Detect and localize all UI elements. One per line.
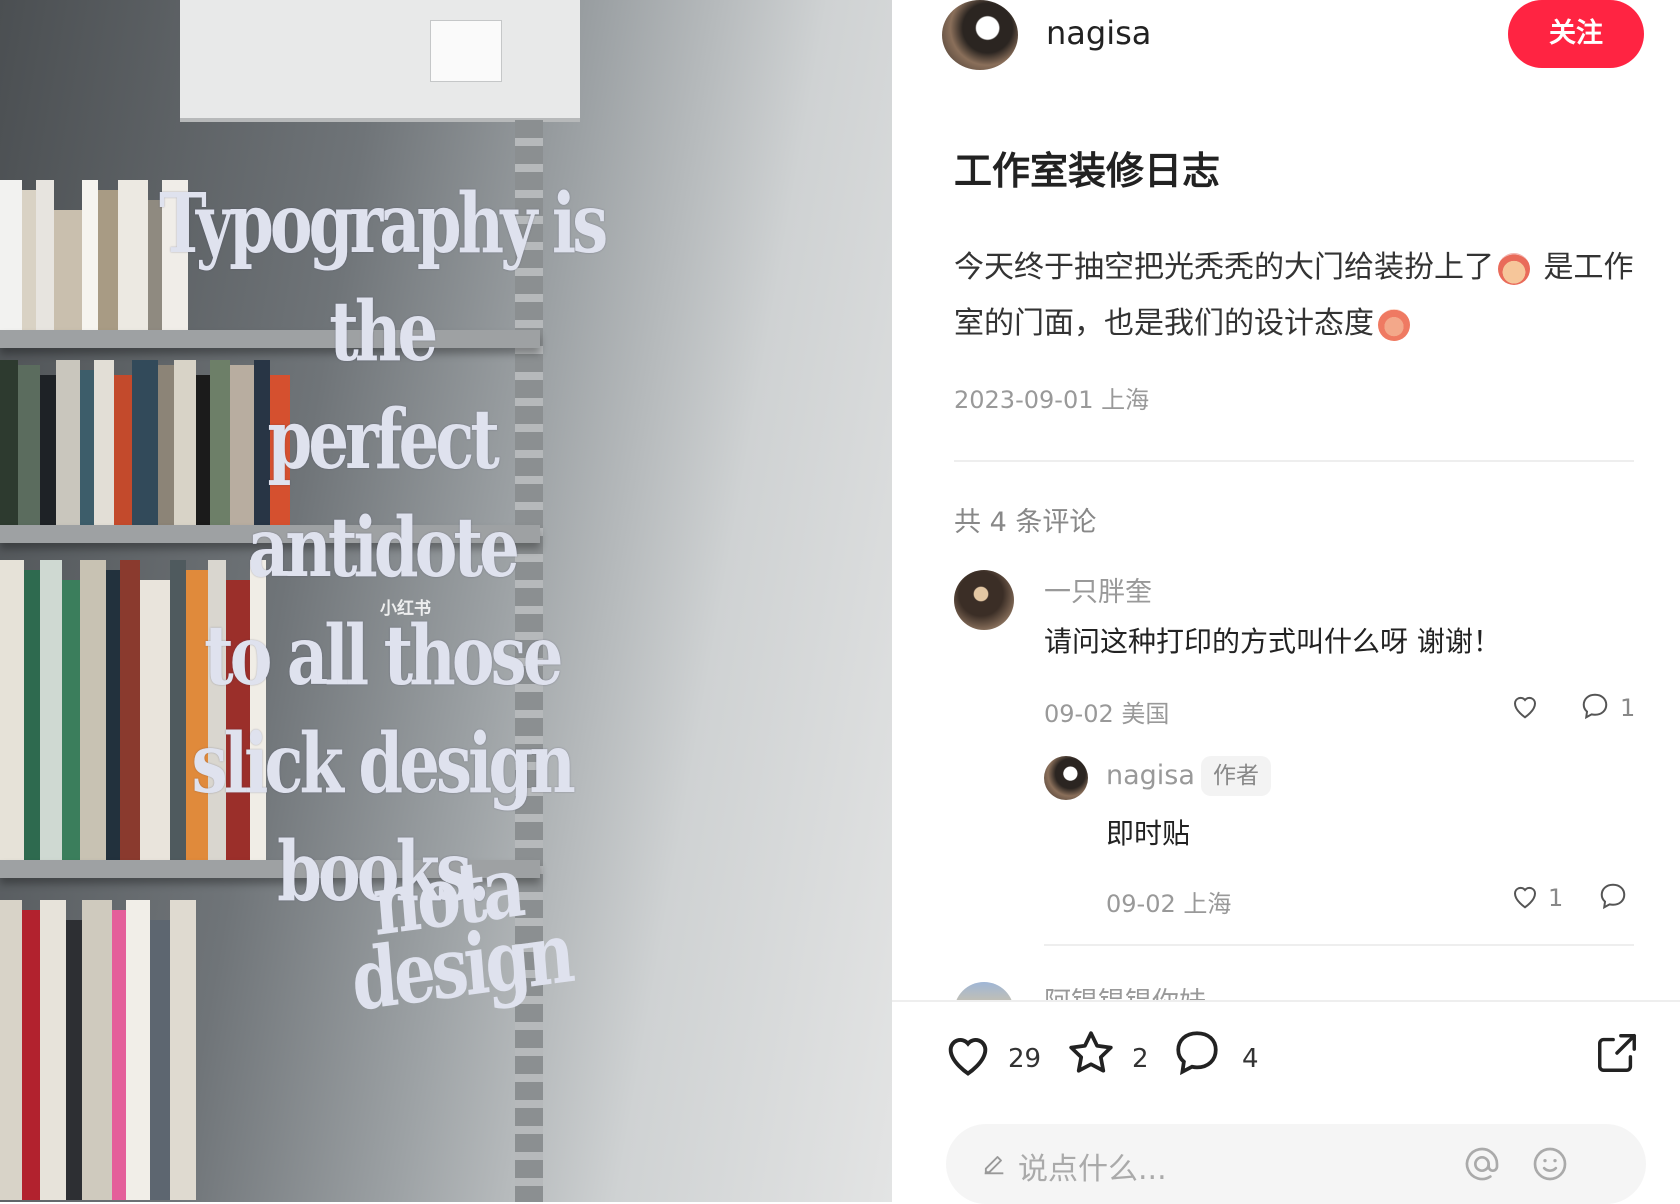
emoji-icon bbox=[1498, 252, 1530, 285]
reply-meta: 09-02 上海 bbox=[1106, 890, 1232, 918]
author-tag: 作者 bbox=[1201, 756, 1271, 796]
commenter-name[interactable]: 一只胖奎 bbox=[1044, 570, 1152, 609]
watermark: 小红书 bbox=[380, 599, 431, 619]
heart-icon[interactable] bbox=[1510, 882, 1540, 910]
at-icon[interactable] bbox=[1462, 1144, 1502, 1184]
comment-count: 共 4 条评论 bbox=[954, 507, 1097, 538]
sticker-brand-text: nota design bbox=[348, 836, 575, 1031]
like-icon[interactable] bbox=[942, 1030, 994, 1078]
comment-total: 4 bbox=[1242, 1044, 1259, 1074]
reply-count: 1 bbox=[1620, 694, 1636, 722]
commenter-name[interactable]: 阿锟锟锟你妹 bbox=[1044, 980, 1206, 1002]
post-body: 今天终于抽空把光秃秃的大门给装扮上了 是工作室的门面，也是我们的设计态度 bbox=[954, 240, 1634, 352]
author-name[interactable]: nagisa bbox=[1046, 14, 1151, 52]
share-icon[interactable] bbox=[1594, 1030, 1640, 1076]
bottom-action-bar: 29 2 4 说点什么... bbox=[892, 1000, 1680, 1204]
commenter-avatar[interactable] bbox=[954, 570, 1014, 630]
comment-icon[interactable] bbox=[1580, 692, 1610, 720]
comment-meta: 09-02 美国 bbox=[1044, 700, 1170, 728]
heart-icon[interactable] bbox=[1510, 692, 1540, 720]
divider bbox=[1044, 944, 1634, 946]
post-detail-panel: nagisa 关注 工作室装修日志 今天终于抽空把光秃秃的大门给装扮上了 是工作… bbox=[892, 0, 1680, 1204]
comment-icon[interactable] bbox=[1598, 882, 1628, 910]
post-title: 工作室装修日志 bbox=[954, 149, 1221, 193]
emoji-icon[interactable] bbox=[1530, 1144, 1570, 1184]
reply-author-name[interactable]: nagisa bbox=[1106, 760, 1195, 791]
follow-button[interactable]: 关注 bbox=[1508, 0, 1644, 68]
like-count: 1 bbox=[1548, 884, 1564, 912]
reply-avatar[interactable] bbox=[1044, 756, 1088, 800]
sticker-quote-text: Typography is the perfect antidote to al… bbox=[159, 176, 608, 920]
like-count: 29 bbox=[1008, 1044, 1042, 1074]
star-icon[interactable] bbox=[1066, 1028, 1116, 1078]
favorite-count: 2 bbox=[1132, 1044, 1149, 1074]
pencil-icon bbox=[984, 1156, 1004, 1175]
divider bbox=[954, 460, 1634, 462]
comment-text[interactable]: 请问这种打印的方式叫什么呀 谢谢！ bbox=[1044, 620, 1501, 660]
comment-input-placeholder: 说点什么... bbox=[1018, 1152, 1167, 1187]
post-image[interactable]: Typography is the perfect antidote to al… bbox=[0, 0, 892, 1202]
comment-icon[interactable] bbox=[1172, 1028, 1222, 1078]
post-meta: 2023-09-01 上海 bbox=[954, 386, 1150, 414]
comment-input[interactable]: 说点什么... bbox=[946, 1124, 1646, 1204]
air-conditioner-graphic bbox=[180, 0, 580, 122]
post-body-text: 今天终于抽空把光秃秃的大门给装扮上了 bbox=[954, 250, 1494, 285]
author-avatar[interactable] bbox=[942, 0, 1018, 70]
reply-text[interactable]: 即时贴 bbox=[1106, 812, 1190, 852]
emoji-icon bbox=[1378, 308, 1410, 341]
